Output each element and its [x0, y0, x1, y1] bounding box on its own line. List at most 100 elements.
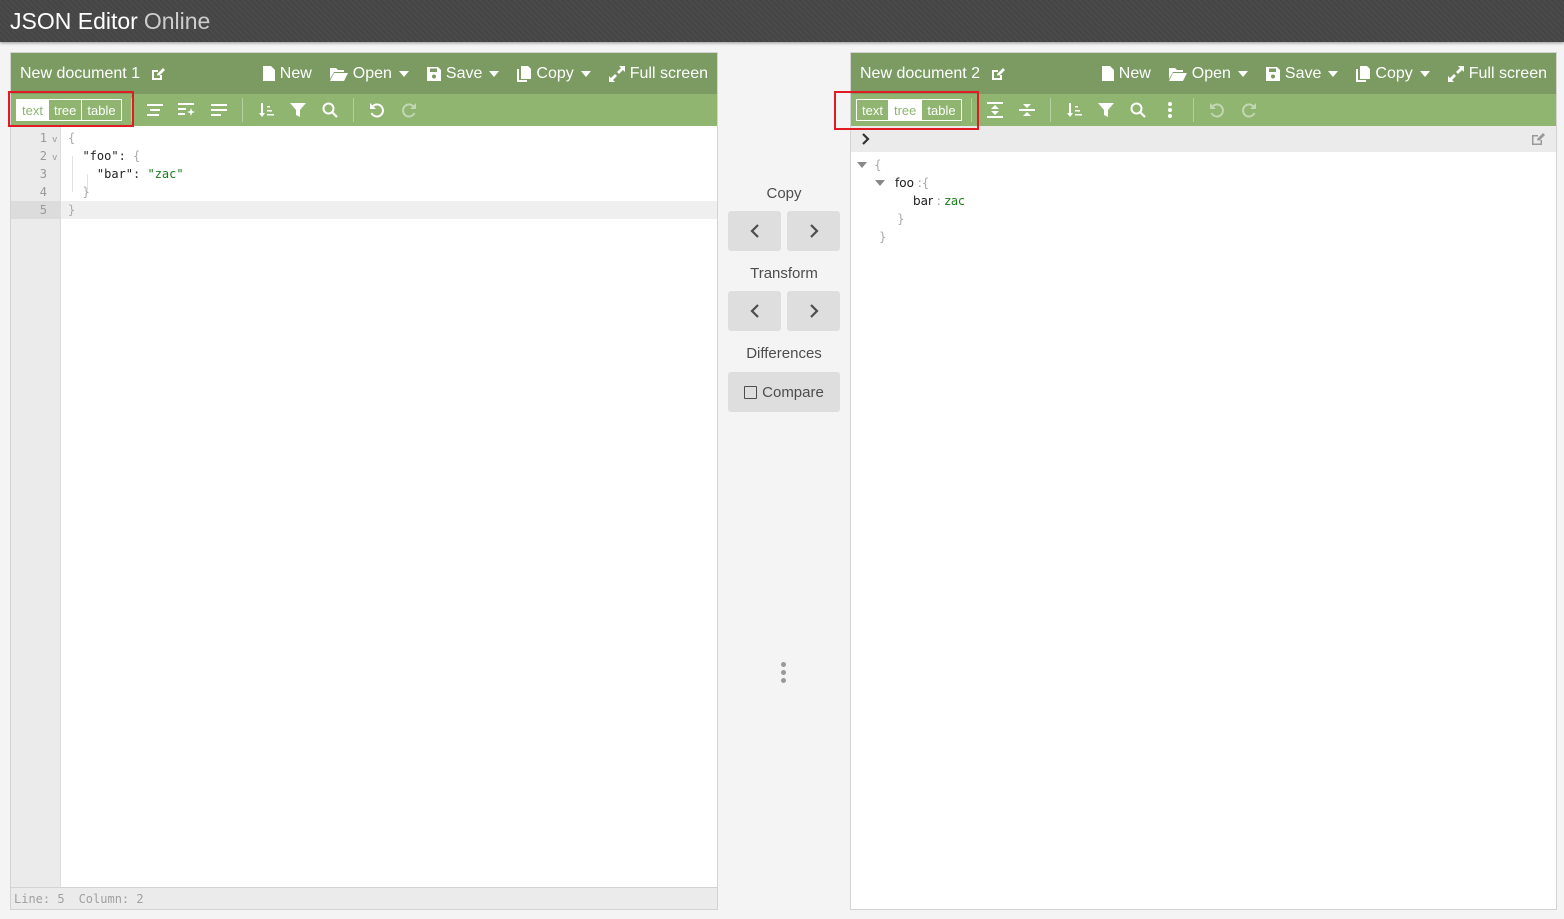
- code-line[interactable]: 3 "bar": "zac": [11, 165, 717, 183]
- folder-open-icon: [329, 67, 348, 81]
- search-button[interactable]: [1122, 94, 1154, 126]
- chevron-left-icon: [749, 304, 759, 318]
- mode-text-button[interactable]: text: [17, 100, 49, 120]
- redo-button[interactable]: [393, 94, 425, 126]
- differences-section-label: Differences: [746, 345, 822, 362]
- more-button[interactable]: [1154, 94, 1186, 126]
- line-number: 3: [39, 167, 47, 181]
- format-button[interactable]: [139, 94, 171, 126]
- code-line[interactable]: 5}: [11, 201, 717, 219]
- right-menu-bar: New document 2 New Open Save Copy Full s…: [851, 53, 1556, 94]
- chevron-right-icon: [809, 224, 819, 238]
- mode-table-button[interactable]: table: [922, 100, 960, 120]
- open-label: Open: [352, 64, 392, 82]
- mode-tree-button[interactable]: tree: [888, 100, 923, 120]
- caret-down-icon: [580, 70, 591, 77]
- code-text: }: [68, 203, 76, 217]
- expand-all-button[interactable]: [979, 94, 1011, 126]
- expand-icon: [1447, 65, 1464, 82]
- copy-to-left-button[interactable]: [728, 211, 781, 251]
- code-line[interactable]: 4 }: [11, 183, 717, 201]
- copy-button[interactable]: Copy: [1356, 64, 1430, 83]
- code-editor[interactable]: 1 v{2 v "foo": {3 "bar": "zac" 4 } 5}: [11, 126, 717, 888]
- cursor-line: Line: 5: [14, 891, 65, 906]
- toolbar-divider: [352, 98, 354, 122]
- tree-node-foo: foo :{: [851, 174, 1556, 192]
- sort-button[interactable]: [1058, 94, 1090, 126]
- compare-checkbox[interactable]: [744, 385, 758, 399]
- filter-button[interactable]: [282, 94, 314, 126]
- save-button[interactable]: Save: [426, 64, 500, 83]
- app-subtitle: Online: [143, 7, 211, 34]
- open-button[interactable]: Open: [329, 64, 409, 83]
- code-line[interactable]: 1 v{: [11, 129, 717, 147]
- indent-guide: [72, 156, 73, 192]
- edit-icon[interactable]: [990, 66, 1006, 82]
- chevron-right-icon[interactable]: [861, 132, 870, 146]
- copy-button[interactable]: Copy: [517, 64, 591, 83]
- transform-to-right-button[interactable]: [787, 291, 840, 331]
- undo-button[interactable]: [361, 94, 393, 126]
- compact-button[interactable]: [203, 94, 235, 126]
- save-label: Save: [1284, 64, 1322, 82]
- save-button[interactable]: Save: [1265, 64, 1339, 83]
- tree-node-root-close: }: [851, 228, 1556, 246]
- save-label: Save: [445, 64, 483, 82]
- code-line[interactable]: 2v "foo": {: [11, 147, 717, 165]
- tree-node-bar: bar : zac: [851, 192, 1556, 210]
- collapse-toggle-icon[interactable]: [857, 162, 867, 168]
- collapse-toggle-icon[interactable]: [875, 180, 885, 186]
- redo-icon: [1241, 103, 1256, 118]
- edit-icon[interactable]: [150, 66, 166, 82]
- cursor-column: Column: 2: [78, 891, 144, 906]
- left-editor-panel: New document 1 New Open Save Copy Full s…: [10, 52, 718, 910]
- copy-icon: [1356, 65, 1371, 82]
- mode-tree-button[interactable]: tree: [49, 100, 83, 120]
- search-button[interactable]: [314, 94, 346, 126]
- copy-label: Copy: [1375, 64, 1413, 82]
- expand-all-icon: [986, 102, 1003, 118]
- smart-format-button[interactable]: [171, 94, 203, 126]
- tree-view[interactable]: { foo :{ bar : zac } }: [851, 152, 1556, 246]
- mode-table-button[interactable]: table: [82, 100, 120, 120]
- left-toolbar: text tree table: [11, 94, 717, 126]
- chevron-right-icon: [809, 304, 819, 318]
- copy-to-right-button[interactable]: [787, 211, 840, 251]
- sort-button[interactable]: [250, 94, 282, 126]
- code-text: "bar": "zac": [96, 167, 184, 181]
- document-title-text: New document 1: [20, 64, 141, 82]
- code-text: "foo": {: [82, 149, 141, 163]
- undo-button[interactable]: [1201, 94, 1233, 126]
- tree-value[interactable]: zac: [945, 194, 965, 208]
- fullscreen-button[interactable]: Full screen: [608, 64, 708, 83]
- splitter-drag-handle[interactable]: [781, 662, 786, 683]
- fullscreen-button[interactable]: Full screen: [1447, 65, 1547, 83]
- open-button[interactable]: Open: [1168, 65, 1248, 83]
- copy-section-label: Copy: [766, 185, 802, 202]
- file-icon: [262, 66, 275, 81]
- transform-to-left-button[interactable]: [728, 291, 781, 331]
- edit-path-icon[interactable]: [1530, 131, 1546, 147]
- mode-switch: text tree table: [856, 99, 962, 121]
- new-button[interactable]: New: [262, 65, 312, 83]
- file-icon: [1101, 66, 1114, 81]
- middle-controls: Copy Transform Differences Compare: [718, 52, 850, 910]
- new-button[interactable]: New: [1101, 64, 1151, 83]
- tree-key[interactable]: bar: [913, 194, 933, 208]
- redo-icon: [401, 103, 416, 118]
- collapse-all-button[interactable]: [1011, 94, 1043, 126]
- fullscreen-label: Full screen: [629, 64, 708, 82]
- new-label: New: [1118, 64, 1151, 82]
- copy-label: Copy: [536, 64, 574, 82]
- left-document-title[interactable]: New document 1: [20, 65, 245, 83]
- right-editor-panel: New document 2 New Open Save Copy Full s…: [850, 52, 1557, 910]
- tree-key[interactable]: foo: [895, 176, 914, 190]
- expand-icon: [608, 65, 625, 82]
- filter-button[interactable]: [1090, 94, 1122, 126]
- right-document-title[interactable]: New document 2: [860, 65, 1084, 83]
- compare-button[interactable]: Compare: [728, 372, 840, 412]
- mode-text-button[interactable]: text: [857, 100, 889, 120]
- redo-button[interactable]: [1233, 94, 1265, 126]
- line-number: 5: [11, 201, 61, 219]
- toolbar-divider: [1049, 98, 1051, 122]
